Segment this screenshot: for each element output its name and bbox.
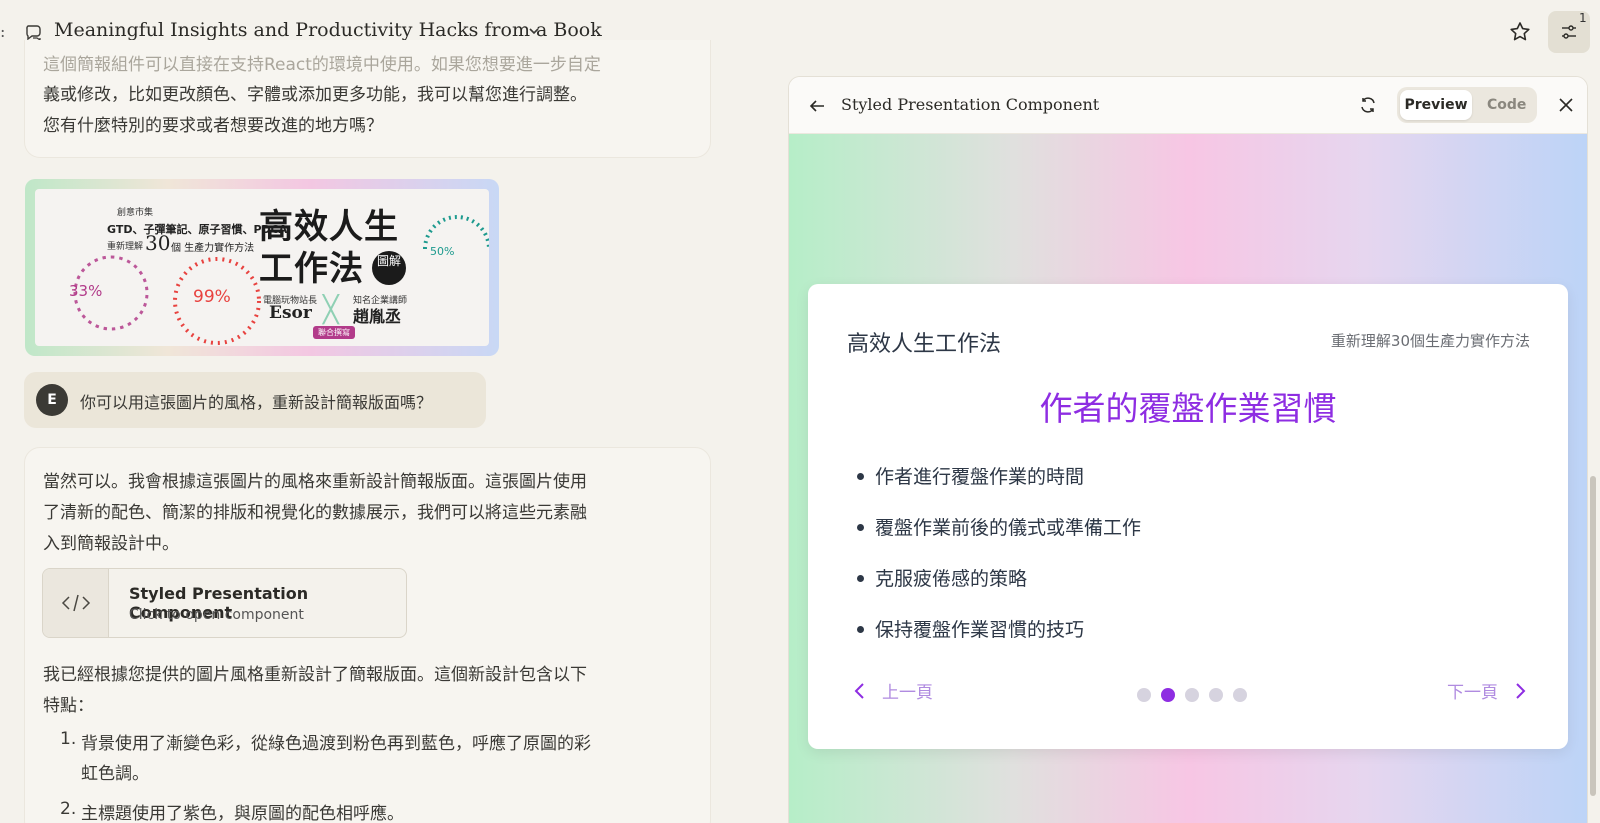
bullet-dot (857, 626, 864, 633)
star-icon[interactable] (1508, 20, 1532, 44)
list-item-line: 背景使用了漸變色彩，從綠色過渡到粉色再到藍色，呼應了原圖的彩 (81, 734, 591, 754)
book-tagline2-pre: 重新理解 (107, 242, 144, 252)
slide-bullet: 克服疲倦感的策略 (875, 568, 1028, 590)
bullet-dot (857, 575, 864, 582)
next-slide-button[interactable]: 下一頁 (1447, 678, 1528, 703)
slide-bullet: 作者進行覆盤作業的時間 (875, 466, 1085, 488)
slide-bullet: 保持覆盤作業習慣的技巧 (875, 619, 1085, 641)
avatar: E (36, 384, 68, 416)
sliders-icon (1562, 25, 1576, 39)
message-line: 義或修改，比如更改顏色、字體或添加更多功能，我可以幫您進行調整。 (43, 85, 587, 105)
artifact-title: Styled Presentation Component (841, 95, 1100, 114)
chat-bubble-icon (26, 25, 41, 42)
pagination-dot-active[interactable] (1161, 688, 1175, 702)
user-message-text: 你可以用這張圖片的風格，重新設計簡報版面嗎？ (80, 393, 433, 412)
message-line: 這個簡報組件可以直接在支持React的環境中使用。如果您想要進一步自定 (43, 55, 601, 75)
refresh-icon[interactable] (1359, 96, 1377, 114)
book-tagline2-post: 個 生產力實作方法 (171, 243, 255, 254)
prev-label: 上一頁 (882, 683, 933, 703)
component-icon-box (43, 569, 109, 637)
list-item-line: 虹色調。 (81, 764, 149, 784)
book-tagline2-num: 30 (145, 231, 171, 255)
pagination-dot[interactable] (1209, 688, 1223, 702)
slide-bullet: 覆盤作業前後的儀式或準備工作 (875, 517, 1142, 539)
settings-badge: 1 (1579, 11, 1587, 25)
pagination-dot[interactable] (1137, 688, 1151, 702)
bullet-dot (857, 473, 864, 480)
message-line: 了清新的配色、簡潔的排版和視覺化的數據展示，我們可以將這些元素融 (43, 503, 587, 523)
coauthor-tag: 聯合撰寫 (313, 326, 355, 339)
message-line: 您有什麼特別的要求或者想要改進的地方嗎？ (43, 116, 383, 136)
author2-name: 趙胤丞 (353, 307, 402, 326)
author1-name: Esor (269, 303, 312, 323)
chevron-left-icon (854, 682, 864, 699)
pagination-dot[interactable] (1233, 688, 1247, 702)
artifact-panel-header: Styled Presentation Component Preview Co… (789, 77, 1587, 134)
code-icon (61, 594, 90, 612)
conversation-title[interactable]: Meaningful Insights and Productivity Hac… (54, 19, 602, 41)
pagination-dot[interactable] (1185, 688, 1199, 702)
list-item-line: 主標題使用了紫色，與原圖的配色相呼應。 (81, 804, 404, 823)
tab-code[interactable]: Code (1487, 90, 1526, 120)
slide-pagination (1137, 688, 1247, 702)
percent-50-label: 50% (430, 245, 455, 258)
message-line: 特點： (43, 696, 94, 716)
message-line: 我已經根據您提供的圖片風格重新設計了簡報版面。這個新設計包含以下 (43, 665, 587, 685)
arrow-left-icon[interactable] (808, 97, 826, 115)
presentation-slide: 高效人生工作法 重新理解30個生產力實作方法 作者的覆盤作業習慣 作者進行覆盤作… (808, 284, 1568, 749)
slide-heading: 作者的覆盤作業習慣 (1039, 389, 1337, 428)
percent-33-label: 33% (69, 282, 103, 300)
component-card-subtitle: Click to open component (129, 607, 304, 623)
view-toggle: Preview Code (1397, 87, 1537, 123)
open-component-card[interactable]: Styled Presentation Component Click to o… (42, 568, 407, 638)
cross-mark-icon: ╳ (323, 295, 339, 325)
list-number: 1. (60, 729, 77, 749)
scrollbar[interactable] (1590, 476, 1596, 796)
user-message: E 你可以用這張圖片的風格，重新設計簡報版面嗎？ (24, 372, 486, 428)
message-line: 當然可以。我會根據這張圖片的風格來重新設計簡報版面。這張圖片使用 (43, 472, 587, 492)
prev-slide-button[interactable]: 上一頁 (852, 678, 933, 703)
chevron-down-icon[interactable] (527, 24, 541, 38)
publisher-label: 創意市集 (117, 208, 154, 218)
percent-99-label: 99% (193, 287, 231, 307)
next-label: 下一頁 (1447, 683, 1498, 703)
sidebar-edge-glyph[interactable]: : (0, 22, 5, 41)
chevron-right-icon (1516, 682, 1526, 699)
slide-title: 高效人生工作法 (847, 332, 1002, 357)
slide-subtitle: 重新理解30個生產力實作方法 (1330, 332, 1530, 350)
artifact-panel: Styled Presentation Component Preview Co… (788, 76, 1588, 823)
list-number: 2. (60, 799, 77, 819)
book-cover-image[interactable]: 創意市集 GTD、子彈筆記、原子習慣、PDCA 重新理解 30 個 生產力實作方… (25, 179, 499, 356)
close-icon[interactable] (1558, 97, 1574, 113)
message-line: 入到簡報設計中。 (43, 534, 179, 554)
preview-area: 高效人生工作法 重新理解30個生產力實作方法 作者的覆盤作業習慣 作者進行覆盤作… (789, 134, 1587, 823)
book-cover-inner: 創意市集 GTD、子彈筆記、原子習慣、PDCA 重新理解 30 個 生產力實作方… (35, 189, 489, 346)
bullet-dot (857, 524, 864, 531)
book-title-line2: 工作法 (259, 249, 364, 289)
tab-preview[interactable]: Preview (1400, 90, 1472, 120)
book-title-badge: 圖解 (372, 251, 406, 285)
